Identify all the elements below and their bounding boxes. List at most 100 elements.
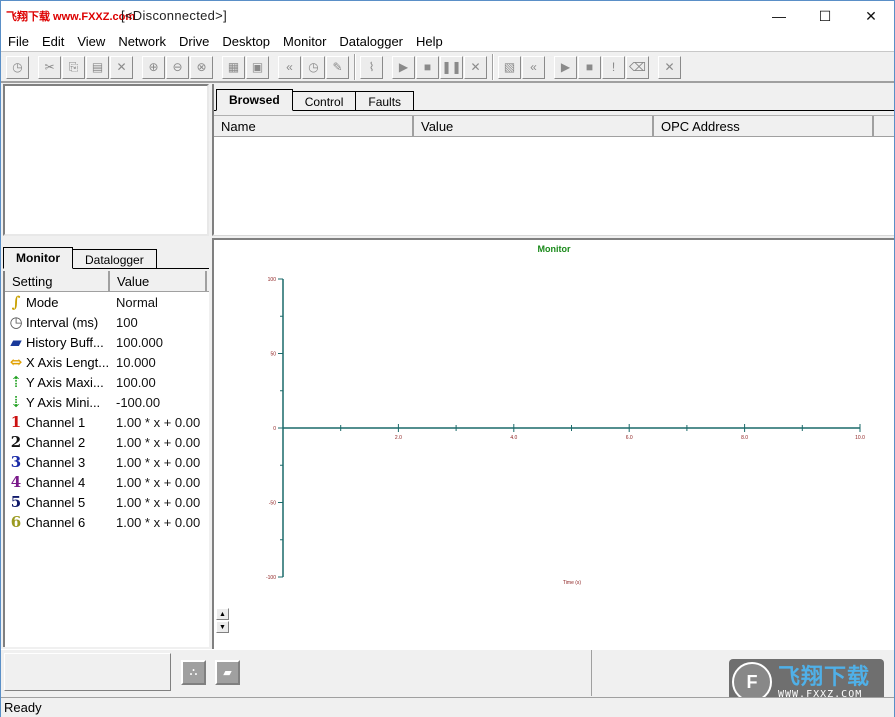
datalogger-stop-button[interactable]: ■ <box>578 55 601 79</box>
menu-datalogger[interactable]: Datalogger <box>332 34 409 49</box>
setting-name-cell: 2 Channel 2 <box>5 434 110 450</box>
datalogger-window-icon: ▧ <box>503 60 516 74</box>
setting-value: 100.00 <box>116 374 156 390</box>
maximize-icon: ☐ <box>818 7 832 24</box>
scroll-up-button[interactable]: ▲ <box>216 608 229 620</box>
erase-button[interactable]: ⌫ <box>626 55 649 79</box>
copy-button[interactable]: ⎘ <box>62 55 85 79</box>
tab-faults[interactable]: Faults <box>355 91 415 111</box>
column-header-opc-address[interactable]: OPC Address <box>654 116 874 136</box>
x-tick-label: 2.0 <box>395 435 402 441</box>
datalogger-rewind-icon: « <box>530 60 537 74</box>
x-tick-label: 10.0 <box>855 435 865 441</box>
x-axis-length-icon: ⇔ <box>9 354 23 370</box>
app-window: 飞翔下载 www.FXXZ.com [<Disconnected>] — ☐ ✕… <box>0 0 895 717</box>
setting-name-cell: 1 Channel 1 <box>5 414 110 430</box>
minimize-button[interactable]: — <box>756 1 802 31</box>
settings-row[interactable]: 4 Channel 4 1.00 * x + 0.00 <box>5 472 209 492</box>
chart-button[interactable]: ⌇ <box>360 55 383 79</box>
tab-datalogger[interactable]: Datalogger <box>72 249 157 269</box>
cut-button[interactable]: ✂ <box>38 55 61 79</box>
menu-monitor[interactable]: Monitor <box>276 34 332 49</box>
pause-button[interactable]: ❚❚ <box>440 55 463 79</box>
clock-button[interactable]: ◷ <box>302 55 325 79</box>
cancel-button[interactable]: ✕ <box>464 55 487 79</box>
menu-file[interactable]: File <box>1 34 35 49</box>
settings-row[interactable]: ⇡ Y Axis Maxi... 100.00 <box>5 372 209 392</box>
settings-row[interactable]: 2 Channel 2 1.00 * x + 0.00 <box>5 432 209 452</box>
scroll-down-button[interactable]: ▼ <box>216 621 229 633</box>
setting-name-cell: 5 Channel 5 <box>5 494 110 510</box>
menu-desktop[interactable]: Desktop <box>215 34 276 49</box>
stop-button[interactable]: ■ <box>416 55 439 79</box>
setting-value: Normal <box>116 294 158 310</box>
history-book-icon: ▰ <box>10 334 22 350</box>
trigger-button[interactable]: ! <box>602 55 625 79</box>
datalogger-play-button[interactable]: ▶ <box>554 55 577 79</box>
menu-help[interactable]: Help <box>409 34 449 49</box>
arrow-up-icon: ▲ <box>219 610 226 618</box>
setting-label: X Axis Lengt... <box>26 354 110 370</box>
y-tick-label: 100 <box>268 277 277 283</box>
menu-view[interactable]: View <box>70 34 111 49</box>
paste-button[interactable]: ▤ <box>86 55 109 79</box>
tab-monitor[interactable]: Monitor <box>3 247 73 269</box>
column-header-value[interactable]: Value <box>110 271 207 291</box>
datalogger-close-button[interactable]: ✕ <box>658 55 681 79</box>
settings-row[interactable]: ∫ Mode Normal <box>5 292 209 312</box>
setting-name-cell: ⇔ X Axis Lengt... <box>5 354 110 370</box>
setting-name-cell: 6 Channel 6 <box>5 514 110 530</box>
play-icon: ▶ <box>398 60 409 74</box>
settings-list: Setting Value ∫ Mode Normal ◷ Interval (ms) 1… <box>3 271 209 647</box>
y-axis-min-icon: ⇣ <box>9 394 23 410</box>
delete-icon: ✕ <box>116 60 127 74</box>
settings-row[interactable]: ◷ Interval (ms) 100 <box>5 312 209 332</box>
properties-icon: ▦ <box>227 60 240 74</box>
column-header-setting[interactable]: Setting <box>5 271 110 291</box>
close-button[interactable]: ✕ <box>848 1 894 31</box>
rewind-button[interactable]: « <box>278 55 301 79</box>
connect-button[interactable]: ◷ <box>6 55 29 79</box>
setting-name-cell: ∫ Mode <box>5 294 110 310</box>
bottom-tool-1-icon: ⛬ <box>189 666 198 678</box>
y-tick-label: -100 <box>266 575 276 581</box>
setting-label: Channel 6 <box>26 514 86 530</box>
settings-row[interactable]: ⇔ X Axis Lengt... 10.000 <box>5 352 209 372</box>
network-tree-pane[interactable] <box>3 84 209 236</box>
setting-label: Channel 5 <box>26 494 86 510</box>
y-axis-max-icon: ⇡ <box>9 374 23 390</box>
settings-row[interactable]: 6 Channel 6 1.00 * x + 0.00 <box>5 512 209 532</box>
settings-row[interactable]: ⇣ Y Axis Mini... -100.00 <box>5 392 209 412</box>
setting-label: Mode <box>26 294 59 310</box>
zoom-fit-button[interactable]: ⊗ <box>190 55 213 79</box>
tab-control[interactable]: Control <box>291 91 357 111</box>
menu-network[interactable]: Network <box>111 34 172 49</box>
datalogger-rewind-button[interactable]: « <box>522 55 545 79</box>
column-header-value[interactable]: Value <box>414 116 654 136</box>
settings-row[interactable]: ▰ History Buff... 100.000 <box>5 332 209 352</box>
opc-table-header: Name Value OPC Address <box>214 116 894 137</box>
delete-button[interactable]: ✕ <box>110 55 133 79</box>
edit-button[interactable]: ✎ <box>326 55 349 79</box>
properties-button[interactable]: ▦ <box>222 55 245 79</box>
maximize-button[interactable]: ☐ <box>802 1 848 31</box>
arrow-down-icon: ▼ <box>219 623 226 631</box>
zoom-in-button[interactable]: ⊕ <box>142 55 165 79</box>
settings-row[interactable]: 3 Channel 3 1.00 * x + 0.00 <box>5 452 209 472</box>
setting-name-cell: ⇡ Y Axis Maxi... <box>5 374 110 390</box>
column-header-name[interactable]: Name <box>214 116 414 136</box>
settings-row[interactable]: 5 Channel 5 1.00 * x + 0.00 <box>5 492 209 512</box>
opc-tabs: Browsed Control Faults <box>216 89 415 111</box>
bottom-tool-button[interactable]: ⛬ <box>181 660 206 685</box>
bottom-eraser-button[interactable]: ▰ <box>215 660 240 685</box>
menu-drive[interactable]: Drive <box>172 34 215 49</box>
lock-button[interactable]: ▣ <box>246 55 269 79</box>
settings-row[interactable]: 1 Channel 1 1.00 * x + 0.00 <box>5 412 209 432</box>
toolbar: ◷ ✂ ⎘ ▤ ✕ ⊕ ⊖ ⊗ ▦ ▣ « ◷ ✎ ⌇ ▶ ■ ❚❚ ✕ ▧ « ▶ ■! ⌫ ✕ <box>1 53 894 83</box>
play-button[interactable]: ▶ <box>392 55 415 79</box>
datalogger-window-button[interactable]: ▧ <box>498 55 521 79</box>
tab-browsed[interactable]: Browsed <box>216 89 293 111</box>
opc-table[interactable]: Name Value OPC Address <box>214 115 894 235</box>
zoom-out-button[interactable]: ⊖ <box>166 55 189 79</box>
menu-edit[interactable]: Edit <box>35 34 70 49</box>
